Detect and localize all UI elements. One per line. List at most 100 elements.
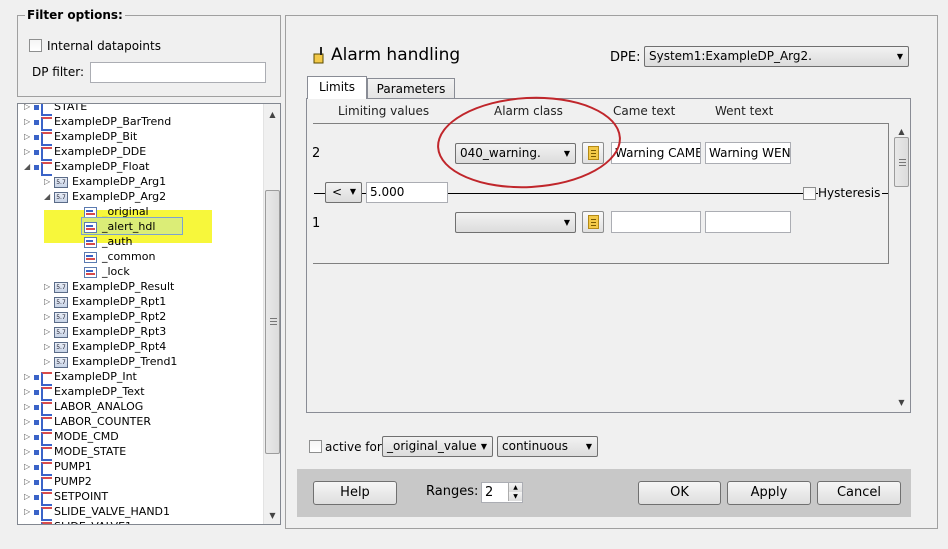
tree-expand-icon[interactable]: ▷	[24, 399, 34, 414]
tree-item[interactable]: _auth	[84, 234, 133, 249]
config-icon	[84, 221, 97, 233]
tree-item[interactable]: ▷ PUMP2	[24, 474, 92, 491]
datapoint-icon	[34, 432, 52, 446]
dpe-combobox[interactable]: System1:ExampleDP_Arg2. ▼	[644, 46, 909, 67]
tree-expand-icon[interactable]: ▷	[24, 444, 34, 459]
dp-filter-label: DP filter:	[32, 65, 85, 79]
scroll-up-icon[interactable]: ▲	[264, 106, 280, 123]
tree-item[interactable]: ▷ LABOR_ANALOG	[24, 399, 143, 416]
cancel-button[interactable]: Cancel	[817, 481, 901, 505]
tree-expand-icon[interactable]: ▷	[24, 519, 34, 524]
active-for-checkbox[interactable]	[309, 440, 322, 453]
tree-item[interactable]: ▷ PUMP1	[24, 459, 92, 476]
ranges-spinbox[interactable]: 2 ▲ ▼	[481, 482, 523, 503]
tree-item[interactable]: _lock	[84, 264, 130, 279]
tree-item[interactable]: ▷ 5.7 ExampleDP_Trend1	[44, 354, 177, 369]
tree-item-label: ExampleDP_Rpt1	[72, 295, 167, 308]
tree-item[interactable]: ▷ SLIDE_VALVE_HAND1	[24, 504, 170, 521]
apply-button[interactable]: Apply	[727, 481, 811, 505]
tree-expand-icon[interactable]: ▷	[24, 114, 34, 129]
scroll-thumb[interactable]	[265, 190, 280, 454]
config-icon	[84, 251, 97, 263]
tree-item[interactable]: ▷ ExampleDP_Text	[24, 384, 145, 401]
tree-item[interactable]: ▷ 5.7 ExampleDP_Result	[44, 279, 174, 294]
tree-item[interactable]: ▷ 5.7 ExampleDP_Arg1	[44, 174, 166, 189]
tree-item[interactable]: ▷ ExampleDP_DDE	[24, 144, 146, 161]
tree-item[interactable]: ▷ SLIDE_VALVE1	[24, 519, 132, 524]
tree-item-label: SLIDE_VALVE1	[54, 520, 132, 524]
tree-item[interactable]: ▷ 5.7 ExampleDP_Rpt1	[44, 294, 166, 309]
tree-expand-icon[interactable]: ▷	[24, 414, 34, 429]
limit-operator-combobox[interactable]: < ▼	[325, 182, 362, 203]
tree-item[interactable]: ▷ MODE_STATE	[24, 444, 127, 461]
tree-item[interactable]: _common	[84, 249, 155, 264]
tree-expand-icon[interactable]: ▷	[44, 294, 54, 309]
tree-item[interactable]: ◢ 5.7 ExampleDP_Arg2	[44, 189, 166, 204]
range-2-came-text-input[interactable]: Warning CAME	[611, 142, 701, 164]
tree-expand-icon[interactable]: ▷	[24, 104, 34, 114]
dp-filter-input[interactable]	[90, 62, 266, 83]
tree-expand-icon[interactable]: ▷	[24, 384, 34, 399]
tree-scrollbar[interactable]: ▲ ▼	[263, 104, 280, 524]
tree-expand-icon[interactable]: ▷	[24, 504, 34, 519]
tree-item-label: MODE_STATE	[54, 445, 127, 458]
tree-collapse-icon[interactable]: ◢	[44, 189, 54, 204]
came-text-header: Came text	[613, 104, 676, 118]
document-list-icon	[588, 215, 599, 229]
tree-item[interactable]: ▷ ExampleDP_Bit	[24, 129, 138, 146]
scroll-down-icon[interactable]: ▼	[893, 394, 910, 411]
tree-expand-icon[interactable]: ▷	[44, 279, 54, 294]
range-2-went-text-input[interactable]: Warning WEN	[705, 142, 791, 164]
range-2-index: 2	[312, 146, 321, 161]
datapoint-icon	[34, 477, 52, 491]
tree-item[interactable]: ▷ LABOR_COUNTER	[24, 414, 151, 431]
tree-item[interactable]: ▷ STATE	[24, 104, 87, 116]
hysteresis-checkbox[interactable]	[803, 187, 816, 200]
tree-item[interactable]: ◢ ExampleDP_Float	[24, 159, 150, 176]
tree-expand-icon[interactable]: ▷	[24, 369, 34, 384]
mode-combobox[interactable]: continuous ▼	[497, 436, 598, 457]
tree-item[interactable]: ▷ SETPOINT	[24, 489, 108, 506]
tree-expand-icon[interactable]: ▷	[24, 474, 34, 489]
help-button[interactable]: Help	[313, 481, 397, 505]
active-for-combobox[interactable]: _original_value ▼	[382, 436, 493, 457]
tree-item[interactable]: ▷ 5.7 ExampleDP_Rpt2	[44, 309, 166, 324]
tree-item[interactable]: ▷ MODE_CMD	[24, 429, 119, 446]
tree-item-label: ExampleDP_Bit	[54, 130, 138, 143]
tab-parameters[interactable]: Parameters	[367, 78, 455, 100]
tree-item[interactable]: ▷ ExampleDP_BarTrend	[24, 114, 171, 131]
tree-item[interactable]: ▷ 5.7 ExampleDP_Rpt4	[44, 339, 166, 354]
tree-expand-icon[interactable]: ▷	[44, 174, 54, 189]
element-icon: 5.7	[54, 176, 68, 188]
spin-down-icon[interactable]: ▼	[508, 492, 522, 501]
internal-datapoints-checkbox[interactable]	[29, 39, 42, 52]
ranges-scroll-thumb[interactable]	[894, 137, 909, 187]
range-1-went-text-input[interactable]	[705, 211, 791, 233]
tree-item[interactable]: _alert_hdl	[84, 219, 155, 234]
tree-expand-icon[interactable]: ▷	[44, 309, 54, 324]
range-1-alarm-class-combobox[interactable]: ▼	[455, 212, 576, 233]
range-1-came-text-input[interactable]	[611, 211, 701, 233]
tree-expand-icon[interactable]: ▷	[24, 144, 34, 159]
tree-collapse-icon[interactable]: ◢	[24, 159, 34, 174]
limit-value-input[interactable]: 5.000	[366, 182, 448, 203]
spin-up-icon[interactable]: ▲	[508, 483, 522, 492]
tree-expand-icon[interactable]: ▷	[24, 129, 34, 144]
element-icon: 5.7	[54, 356, 68, 368]
datapoint-tree[interactable]: ▷ STATE ▷ ExampleDP_BarTrend ▷ ExampleDP_Bit ▷…	[17, 103, 281, 525]
scroll-down-icon[interactable]: ▼	[264, 507, 280, 524]
tree-expand-icon[interactable]: ▷	[24, 429, 34, 444]
tree-expand-icon[interactable]: ▷	[44, 354, 54, 369]
tree-item-label: PUMP1	[54, 460, 92, 473]
ranges-scrollbar[interactable]: ▲ ▼	[893, 123, 910, 411]
tree-item[interactable]: ▷ ExampleDP_Int	[24, 369, 137, 386]
tree-item-label: ExampleDP_Rpt3	[72, 325, 167, 338]
tab-limits[interactable]: Limits	[307, 76, 367, 99]
tree-expand-icon[interactable]: ▷	[24, 459, 34, 474]
tree-expand-icon[interactable]: ▷	[44, 339, 54, 354]
range-1-alarm-class-config-button[interactable]	[582, 211, 604, 233]
tree-item[interactable]: ▷ 5.7 ExampleDP_Rpt3	[44, 324, 166, 339]
tree-expand-icon[interactable]: ▷	[24, 489, 34, 504]
ok-button[interactable]: OK	[638, 481, 721, 505]
tree-expand-icon[interactable]: ▷	[44, 324, 54, 339]
